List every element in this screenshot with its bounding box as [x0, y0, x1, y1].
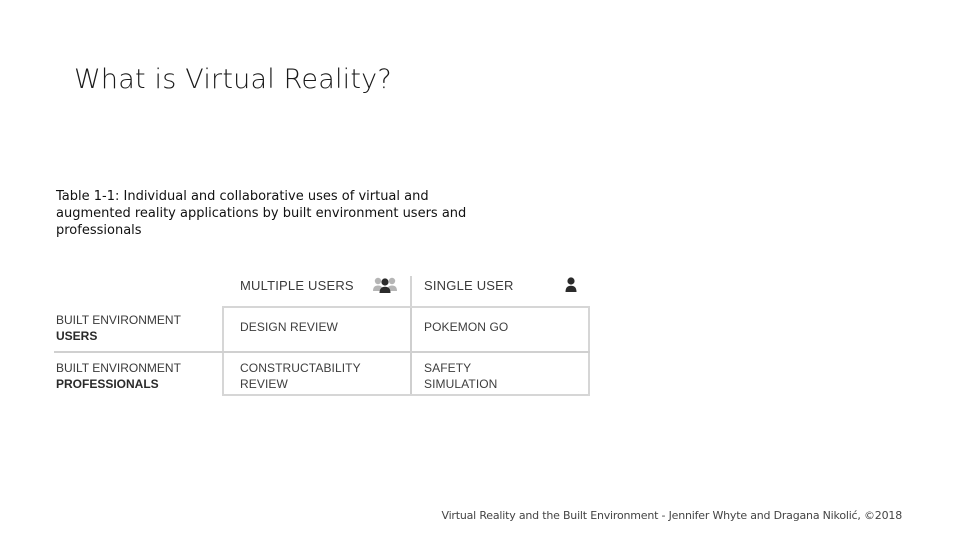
column-header-multiple-users: MULTIPLE USERS	[240, 278, 354, 293]
row-label-emphasis: PROFESSIONALS	[56, 377, 159, 391]
uses-table-figure: MULTIPLE USERS SINGLE USER BUILT ENVIRON…	[54, 272, 594, 400]
multiple-users-icon	[372, 276, 398, 299]
table-cell-pokemon-go: POKEMON GO	[424, 319, 508, 335]
caption-line: augmented reality applications by built …	[56, 206, 467, 221]
slide-footer: Virtual Reality and the Built Environmen…	[441, 509, 902, 522]
cell-line: SAFETY	[424, 361, 472, 375]
header-divider	[410, 276, 412, 306]
row-label-line: BUILT ENVIRONMENT	[56, 361, 181, 375]
table-caption: Table 1-1: Individual and collaborative …	[56, 188, 476, 239]
table-cell-design-review: DESIGN REVIEW	[240, 319, 338, 335]
caption-line: professionals	[56, 223, 142, 238]
column-header-single-user: SINGLE USER	[424, 278, 514, 293]
table-cell-safety-simulation: SAFETY SIMULATION	[424, 360, 497, 392]
caption-line: Table 1-1: Individual and collaborative …	[56, 189, 429, 204]
table-cell-constructability-review: CONSTRUCTABILITY REVIEW	[240, 360, 361, 392]
cell-line: SIMULATION	[424, 377, 498, 391]
row-label-professionals: BUILT ENVIRONMENT PROFESSIONALS	[56, 360, 181, 392]
cell-line: CONSTRUCTABILITY	[240, 361, 361, 375]
row-label-users: BUILT ENVIRONMENT USERS	[56, 312, 181, 344]
single-user-icon	[564, 276, 578, 299]
row-label-emphasis: USERS	[56, 329, 98, 343]
cell-line: DESIGN REVIEW	[240, 320, 338, 334]
cell-line: REVIEW	[240, 377, 288, 391]
slide-title: What is Virtual Reality?	[74, 64, 392, 95]
cell-line: POKEMON GO	[424, 320, 509, 334]
row-divider	[54, 351, 590, 353]
row-label-line: BUILT ENVIRONMENT	[56, 313, 181, 327]
